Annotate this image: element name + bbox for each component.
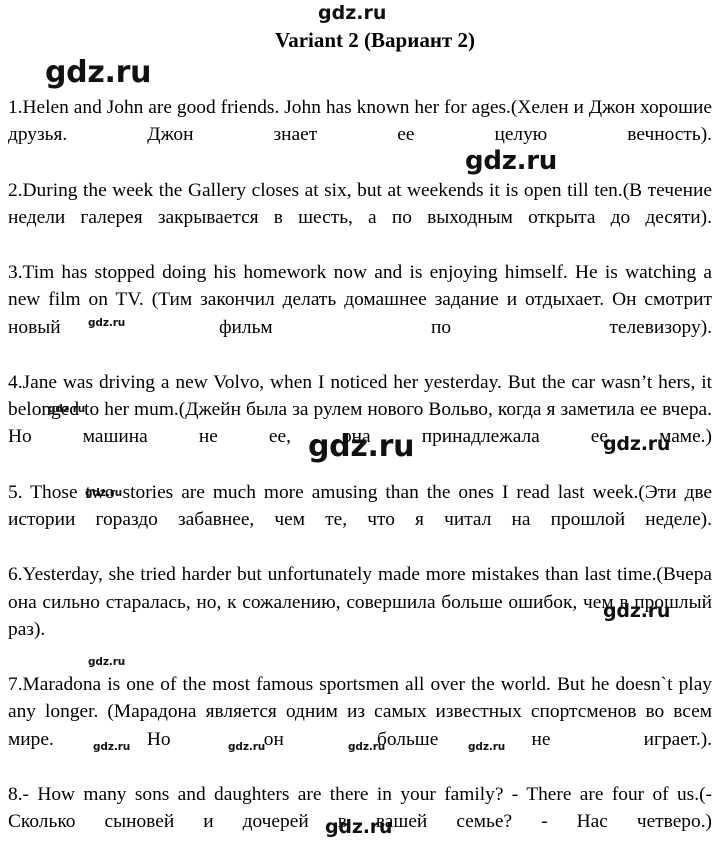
watermark: gdz.ru bbox=[228, 741, 266, 753]
answer-paragraph-3: 3.Tim has stopped doing his homework now… bbox=[8, 262, 712, 338]
watermark: gdz.ru bbox=[88, 317, 126, 329]
watermark: gdz.ru bbox=[603, 433, 671, 455]
watermark: gdz.ru bbox=[468, 741, 506, 753]
header-watermark: gdz.ru bbox=[318, 2, 387, 24]
watermark: gdz.ru bbox=[88, 656, 126, 668]
answer-paragraph-1: 1.Helen and John are good friends. John … bbox=[8, 97, 712, 146]
watermark: gdz.ru bbox=[45, 55, 152, 90]
page-title: Variant 2 (Вариант 2) bbox=[274, 28, 475, 52]
answer-paragraph-7: 7.Maradona is one of the most famous spo… bbox=[8, 674, 712, 750]
watermark: gdz.ru bbox=[325, 816, 393, 838]
watermark: gdz.ru bbox=[48, 403, 86, 415]
watermark: gdz.ru bbox=[308, 429, 415, 464]
answer-paragraph-2: 2.During the week the Gallery closes at … bbox=[8, 179, 712, 228]
watermark: gdz.ru bbox=[603, 600, 671, 622]
document-page: gdz.ru Variant 2 (Вариант 2) 1.Helen and… bbox=[0, 0, 720, 850]
watermark: gdz.ru bbox=[465, 146, 558, 176]
answers-list: 1.Helen and John are good friends. John … bbox=[8, 94, 712, 850]
watermark: gdz.ru bbox=[85, 487, 123, 499]
watermark: gdz.ru bbox=[93, 741, 131, 753]
watermark: gdz.ru bbox=[348, 741, 386, 753]
